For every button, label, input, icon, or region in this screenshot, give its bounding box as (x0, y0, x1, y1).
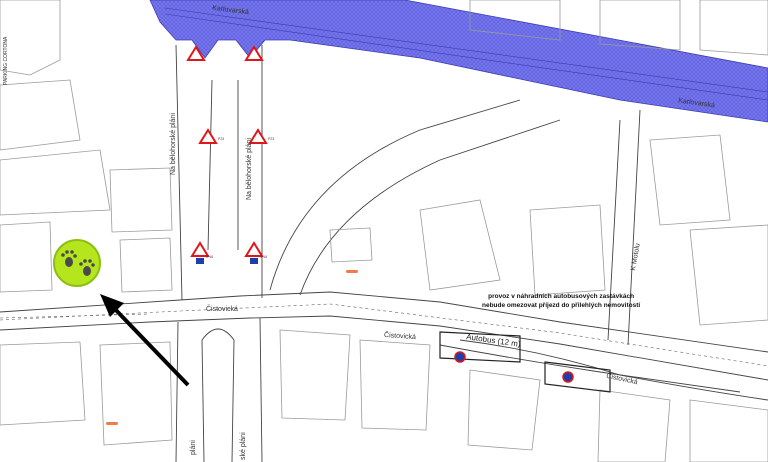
building-e-4 (689, 224, 768, 326)
street-label-bilohorska-west: Na bělohorské pláni (170, 113, 177, 175)
map-canvas: Karlovarská Karlovarská Na bělohorské pl… (0, 0, 768, 462)
road-bilohorska-e-south (259, 317, 263, 462)
tram-corridor-area (149, 0, 768, 123)
building-nw-2 (0, 79, 81, 151)
building-w-3 (119, 237, 173, 293)
building-n-3 (699, 0, 768, 56)
street-label-bilohorska-east: Na bělohorské pláni (246, 138, 253, 200)
building-w-2 (109, 167, 173, 233)
building-s-3 (279, 329, 351, 421)
parking-label: PARKING CORTONA (3, 36, 9, 85)
sign-code: P23 (218, 137, 225, 141)
sign-code: IP16 (260, 255, 268, 259)
info-sign-icon (250, 258, 258, 264)
orange-marker (106, 422, 118, 425)
building-w-1 (0, 221, 53, 293)
traffic-notice-line-1: provoz v náhradních autobusových zastávk… (488, 293, 635, 300)
centerline-sidewalk (0, 313, 151, 319)
building-s-7 (689, 399, 768, 462)
building-s-1 (0, 341, 86, 426)
building-s-6 (597, 389, 671, 462)
building-s-4 (359, 339, 431, 431)
building-nw-1 (0, 0, 61, 76)
side-street (269, 99, 521, 291)
street-label-cistovicka: Čistovická (206, 306, 238, 313)
orange-marker (346, 270, 358, 273)
curved-lane (459, 339, 768, 401)
street-label-bilohorska-south-west: pláni (190, 440, 197, 455)
street-label-bilohorska-south-east: ské pláni (240, 432, 247, 460)
info-sign-icon (196, 258, 204, 264)
side-street-2 (299, 119, 561, 296)
building-e-2 (529, 204, 606, 296)
building-e-1 (419, 199, 501, 291)
building-e-3 (649, 134, 731, 226)
warning-triangle-icon (198, 128, 218, 144)
traffic-notice: provoz v náhradních autobusových zastávk… (482, 293, 641, 309)
building-nw-3 (0, 149, 111, 216)
sign-code: IP16 (206, 255, 214, 259)
median-strip-north (207, 79, 239, 251)
median-south (201, 328, 235, 462)
pointer-arrow-icon (100, 294, 190, 387)
paw-prints-icon (53, 239, 101, 287)
bus-stop-marker-icon (454, 351, 466, 363)
sign-code: P23 (268, 137, 275, 141)
bus-bay-east (544, 361, 611, 393)
traffic-notice-line-2: nebude omezovat příjezd do přilehlých ne… (482, 301, 641, 309)
k-motolu-road (607, 109, 641, 346)
building-s-5 (467, 369, 541, 451)
map-linework (0, 0, 768, 462)
road-bilohorska-w-south (175, 321, 179, 462)
bus-stop-marker-icon (562, 371, 574, 383)
lower-lane (439, 344, 741, 393)
